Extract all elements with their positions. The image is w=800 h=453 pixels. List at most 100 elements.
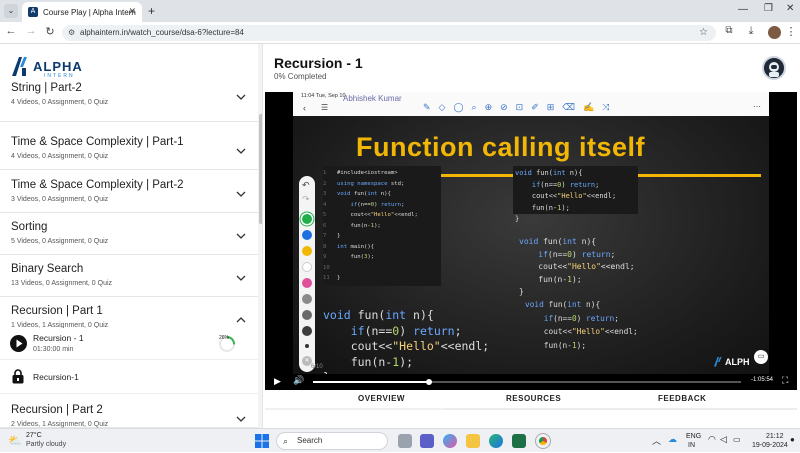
close-window-icon[interactable]: ✕ (786, 3, 794, 14)
volume-icon[interactable]: 🔊 (293, 375, 304, 386)
url-field[interactable]: ⚙ alphaintern.in/watch_course/dsa-6?lect… (62, 25, 716, 41)
tray-app-icon[interactable]: ☁ (668, 434, 677, 445)
battery-icon[interactable]: ▭ (733, 435, 741, 444)
video-player[interactable]: 11:04 Tue, Sep 10 Abhishek Kumar ‹ ☰ ✎◇◯… (265, 92, 797, 390)
fullscreen-icon[interactable]: ⛶ (782, 375, 788, 386)
taskbar-search[interactable]: ⌕ Search (276, 432, 388, 450)
undo-icon: ↶ (302, 180, 310, 190)
downloads-icon[interactable]: ⤓ (744, 25, 758, 38)
section-meta: 2 Videos, 1 Assignment, 0 Quiz (11, 421, 109, 428)
tab-feedback[interactable]: FEEDBACK (658, 394, 706, 403)
chevron-down-icon[interactable] (236, 186, 246, 197)
excel-icon[interactable] (512, 434, 526, 448)
new-tab-button[interactable]: + (148, 4, 155, 18)
chevron-up-icon[interactable] (236, 312, 246, 323)
file-explorer-icon[interactable] (466, 434, 480, 448)
notifications-icon[interactable]: ● (790, 435, 795, 444)
code-line-number: 8 (323, 243, 327, 250)
picture-in-picture-icon[interactable]: ▭ (754, 350, 768, 364)
chevron-down-icon[interactable] (236, 89, 246, 100)
chrome-icon[interactable] (535, 433, 551, 449)
user-avatar[interactable] (762, 56, 786, 80)
video-controls: ▶ 🔊 -1:05:54 ⛶ (265, 374, 797, 390)
back-icon[interactable]: ← (4, 25, 18, 37)
pen-color-swatch (302, 262, 312, 272)
restore-icon[interactable]: ❐ (764, 3, 773, 14)
reload-icon[interactable]: ↻ (43, 25, 57, 38)
notes-time: 11:04 Tue, Sep 10 (301, 93, 346, 99)
code-line: cout<<"Hello"<<endl; (519, 261, 634, 274)
pen-color-palette: ↶ ↷ ✕ (299, 176, 315, 372)
site-info-icon[interactable]: ⚙ (68, 25, 75, 41)
assignment-item[interactable]: Recursion-1 (0, 360, 258, 394)
teams-icon[interactable] (420, 434, 434, 448)
course-section[interactable]: Time & Space Complexity | Part-1 4 Videos… (0, 128, 258, 170)
tab-list-button[interactable]: ⌄ (4, 4, 18, 18)
slide: Function calling itself 1 #include<iostre… (293, 116, 769, 374)
sidebar-scrollbar[interactable] (258, 44, 262, 428)
code-line: 10 (323, 263, 418, 274)
notes-back-icon: ‹ (303, 103, 306, 113)
code-text: } (519, 287, 524, 296)
pen-color-swatch (302, 278, 312, 288)
code-line-number: 5 (323, 212, 327, 218)
wifi-icon[interactable]: ◠ (708, 434, 716, 445)
code-line: cout<<"Hello"<<endl; (525, 325, 638, 339)
clock-time[interactable]: 21:12 (766, 433, 784, 440)
code-text: fun(n-1); (323, 354, 414, 369)
right-code-listing-1: void fun(int n){ if(n==0) return; cout<<… (515, 168, 616, 226)
chevron-down-icon[interactable] (236, 270, 246, 281)
windows-taskbar: ⛅ 27°C Partly cloudy ⌕ Search ︿ ☁ ENG IN… (0, 428, 800, 452)
sidebar-scrollbar-thumb[interactable] (259, 114, 262, 224)
code-line: if(n==0) return; (515, 180, 616, 192)
code-text: if(n==0) return; (538, 249, 616, 259)
chevron-down-icon[interactable] (236, 411, 246, 422)
code-text: #include<iostream> (337, 170, 398, 176)
page-indicator: 6/10 (311, 364, 323, 370)
bookmark-star-icon[interactable]: ☆ (699, 25, 708, 41)
lesson-duration: 01:30:00 min (33, 346, 74, 353)
code-text: fun(n-1); (337, 222, 381, 229)
seek-bar[interactable] (313, 379, 741, 385)
browser-tab[interactable]: A Course Play | Alpha Intern ✕ (22, 2, 142, 22)
task-view-icon[interactable] (398, 434, 412, 448)
copilot-icon[interactable] (443, 434, 457, 448)
code-line: 5 cout<<"Hello"<<endl; (323, 210, 418, 221)
chevron-down-icon[interactable] (236, 143, 246, 154)
course-section[interactable]: Time & Space Complexity | Part-2 3 Videos… (0, 171, 258, 213)
code-line: 7} (323, 231, 418, 242)
code-text: using namespace std; (337, 180, 405, 187)
browser-menu-icon[interactable]: ⋮ (784, 25, 798, 38)
extensions-icon[interactable]: ⧉ (722, 25, 736, 36)
seek-bar-handle[interactable] (425, 379, 432, 385)
tab-overview[interactable]: OVERVIEW (358, 394, 405, 403)
play-lesson-icon[interactable] (10, 335, 27, 352)
tab-resources[interactable]: RESOURCES (506, 394, 561, 403)
code-line-number: 10 (323, 264, 330, 271)
clock-date[interactable]: 19-09-2024 (752, 442, 788, 449)
minimize-icon[interactable]: — (738, 4, 748, 15)
redo-icon: ↷ (302, 194, 310, 204)
course-section[interactable]: Sorting 5 Videos, 0 Assignment, 0 Quiz (0, 213, 258, 255)
language-region[interactable]: IN (688, 442, 695, 449)
lecture-tabs: OVERVIEW RESOURCES FEEDBACK (265, 390, 797, 410)
profile-avatar[interactable] (768, 26, 781, 39)
chevron-down-icon[interactable] (236, 228, 246, 239)
play-icon[interactable]: ▶ (274, 376, 281, 387)
lesson-item[interactable]: Recursion - 1 01:30:00 min 26% (0, 328, 258, 360)
weather-condition: Partly cloudy (26, 441, 67, 448)
course-section[interactable]: Binary Search 13 Videos, 0 Assignment, 0 … (0, 255, 258, 297)
course-section[interactable]: Recursion | Part 2 2 Videos, 1 Assignment… (0, 396, 258, 428)
start-button[interactable] (255, 434, 269, 448)
notes-more-icon: ⋯ (753, 102, 761, 111)
volume-tray-icon[interactable]: ◁ (720, 434, 727, 445)
code-text: cout<<"Hello"<<endl; (525, 327, 638, 336)
language-code[interactable]: ENG (686, 433, 701, 440)
code-text: if(n==0) return; (543, 313, 619, 323)
alpha-intern-logo[interactable]: ALPHA INTERN (10, 54, 83, 79)
tray-overflow-icon[interactable]: ︿ (652, 434, 661, 447)
close-tab-icon[interactable]: ✕ (128, 6, 136, 17)
course-section[interactable]: String | Part-2 4 Videos, 0 Assignment, 0… (0, 80, 258, 122)
edge-icon[interactable] (489, 434, 503, 448)
forward-icon[interactable]: → (24, 25, 38, 37)
